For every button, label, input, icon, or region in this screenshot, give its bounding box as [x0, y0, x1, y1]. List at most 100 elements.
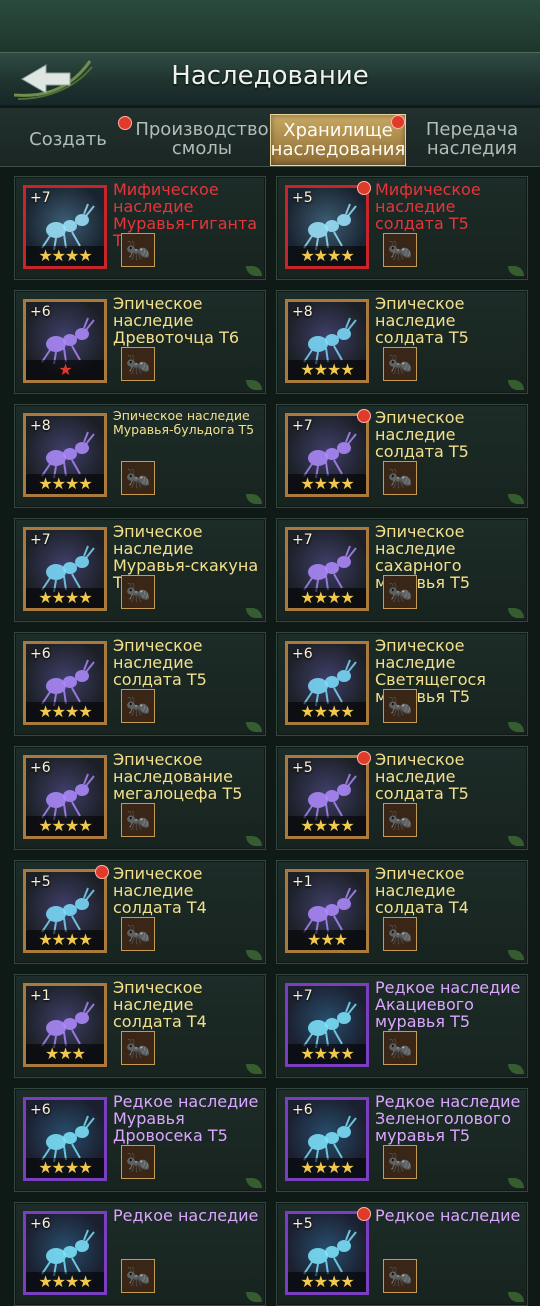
inheritance-icon: +1 ★★★: [23, 983, 107, 1067]
ant-type-icon: 🐜: [383, 917, 417, 951]
inheritance-card[interactable]: +5 ★★★★ Эпическое наследие солдата Т5 🐜: [276, 746, 528, 850]
ant-type-icon: 🐜: [383, 1259, 417, 1293]
level-label: +5: [292, 190, 313, 206]
level-label: +5: [30, 874, 51, 890]
star-rating: ★★★★: [288, 246, 366, 266]
level-label: +7: [292, 418, 313, 434]
inheritance-name: Эпическое наследие солдата Т5: [375, 294, 469, 347]
inheritance-card[interactable]: +6 ★★★★ Редкое наследие Зеленоголового мур…: [276, 1088, 528, 1192]
inheritance-card[interactable]: +6 ★★★★ Эпическое наследие Светящегося мур…: [276, 632, 528, 736]
level-label: +7: [30, 190, 51, 206]
inheritance-icon: +7 ★★★★: [285, 413, 369, 497]
leaf-decoration-icon: [508, 1178, 524, 1188]
star-rating: ★★★★: [288, 1044, 366, 1064]
inheritance-card[interactable]: +6 ★★★★ Эпическое наследование мегалоцефа …: [14, 746, 266, 850]
inheritance-card[interactable]: +6 ★ Эпическое наследие Древоточца Т6 🐜: [14, 290, 266, 394]
inheritance-icon: +6 ★★★★: [23, 1097, 107, 1181]
ant-creature-icon: [303, 1115, 357, 1163]
tab-resin-production[interactable]: Производство смолы: [134, 114, 270, 164]
leaf-decoration-icon: [246, 608, 262, 618]
inheritance-card[interactable]: +5 ★★★★ Эпическое наследие солдата Т4 🐜: [14, 860, 266, 964]
ant-creature-icon: [303, 203, 357, 251]
ant-type-icon: 🐜: [121, 1145, 155, 1179]
inheritance-card[interactable]: +8 ★★★★ Эпическое наследие Муравья-бульдог…: [14, 404, 266, 508]
star-rating: ★★★★: [288, 702, 366, 722]
ant-creature-icon: [41, 317, 95, 365]
level-label: +1: [30, 988, 51, 1004]
leaf-decoration-icon: [508, 380, 524, 390]
inheritance-name: Редкое наследие Зеленоголового муравья Т…: [375, 1092, 521, 1145]
level-label: +8: [30, 418, 51, 434]
notification-dot: [357, 181, 371, 195]
leaf-decoration-icon: [246, 950, 262, 960]
tab-inheritance-transfer-label: Передача наследия: [425, 119, 519, 159]
inheritance-card[interactable]: +7 ★★★★ Эпическое наследие солдата Т5 🐜: [276, 404, 528, 508]
ant-creature-icon: [41, 773, 95, 821]
level-label: +7: [292, 988, 313, 1004]
inheritance-card[interactable]: +7 ★★★★ Мифическое наследие Муравья-гигант…: [14, 176, 266, 280]
ant-type-icon: 🐜: [121, 1259, 155, 1293]
inheritance-card[interactable]: +7 ★★★★ Редкое наследие Акациевого муравья…: [276, 974, 528, 1078]
ant-type-icon: 🐜: [383, 347, 417, 381]
ant-creature-icon: [41, 1001, 95, 1049]
inheritance-name: Эпическое наследие солдата Т4: [113, 864, 207, 917]
star-rating: ★★★: [288, 930, 366, 950]
inheritance-card[interactable]: +6 ★★★★ Редкое наследие 🐜: [14, 1202, 266, 1306]
inheritance-card[interactable]: +6 ★★★★ Редкое наследие Муравья Дровосека …: [14, 1088, 266, 1192]
star-rating: ★★★★: [288, 474, 366, 494]
tab-inheritance-transfer[interactable]: Передача наследия: [410, 114, 534, 164]
ant-creature-icon: [41, 1229, 95, 1277]
ant-type-icon: 🐜: [121, 917, 155, 951]
leaf-decoration-icon: [246, 266, 262, 276]
star-rating: ★★★★: [26, 474, 104, 494]
ant-type-icon: 🐜: [121, 575, 155, 609]
inheritance-card[interactable]: +5 ★★★★ Мифическое наследие солдата Т5 🐜: [276, 176, 528, 280]
ant-type-icon: 🐜: [121, 803, 155, 837]
tab-create[interactable]: Создать: [6, 114, 132, 164]
notification-dot: [357, 409, 371, 423]
inheritance-name: Редкое наследие: [113, 1206, 259, 1225]
level-label: +1: [292, 874, 313, 890]
inheritance-icon: +6 ★★★★: [285, 641, 369, 725]
ant-creature-icon: [303, 545, 357, 593]
ant-type-icon: 🐜: [121, 461, 155, 495]
level-label: +6: [30, 760, 51, 776]
inheritance-card[interactable]: +6 ★★★★ Эпическое наследие солдата Т5 🐜: [14, 632, 266, 736]
inheritance-icon: +6 ★★★★: [285, 1097, 369, 1181]
inheritance-name: Эпическое наследие солдата Т4: [375, 864, 469, 917]
ant-type-icon: 🐜: [121, 1031, 155, 1065]
ant-creature-icon: [303, 1229, 357, 1277]
inheritance-icon: +1 ★★★: [285, 869, 369, 953]
star-rating: ★★★★: [288, 588, 366, 608]
inheritance-card[interactable]: +8 ★★★★ Эпическое наследие солдата Т5 🐜: [276, 290, 528, 394]
tab-inheritance-storage[interactable]: Хранилище наследования: [270, 114, 406, 166]
ant-type-icon: 🐜: [383, 1145, 417, 1179]
inheritance-icon: +8 ★★★★: [285, 299, 369, 383]
inheritance-card[interactable]: +5 ★★★★ Редкое наследие 🐜: [276, 1202, 528, 1306]
leaf-decoration-icon: [508, 836, 524, 846]
ant-creature-icon: [41, 545, 95, 593]
leaf-decoration-icon: [508, 1292, 524, 1302]
inheritance-card[interactable]: +7 ★★★★ Эпическое наследие Муравья-скакуна…: [14, 518, 266, 622]
ant-type-icon: 🐜: [383, 233, 417, 267]
star-rating: ★★★★: [26, 1158, 104, 1178]
inheritance-name: Эпическое наследование мегалоцефа Т5: [113, 750, 243, 803]
inheritance-card[interactable]: +1 ★★★ Эпическое наследие солдата Т4 🐜: [276, 860, 528, 964]
inheritance-icon: +6 ★★★★: [23, 641, 107, 725]
inheritance-card[interactable]: +1 ★★★ Эпическое наследие солдата Т4 🐜: [14, 974, 266, 1078]
inheritance-card[interactable]: +7 ★★★★ Эпическое наследие сахарного мурав…: [276, 518, 528, 622]
leaf-decoration-icon: [508, 266, 524, 276]
inheritance-name: Редкое наследие Муравья Дровосека Т5: [113, 1092, 259, 1145]
leaf-decoration-icon: [508, 608, 524, 618]
inheritance-icon: +7 ★★★★: [23, 185, 107, 269]
notification-dot: [391, 115, 405, 129]
level-label: +6: [30, 646, 51, 662]
inheritance-icon: +5 ★★★★: [23, 869, 107, 953]
ant-type-icon: 🐜: [121, 347, 155, 381]
level-label: +7: [30, 532, 51, 548]
level-label: +6: [292, 1102, 313, 1118]
inheritance-name: Эпическое наследие Древоточца Т6: [113, 294, 240, 347]
leaf-decoration-icon: [508, 1064, 524, 1074]
inheritance-icon: +6 ★★★★: [23, 755, 107, 839]
notification-dot: [357, 751, 371, 765]
